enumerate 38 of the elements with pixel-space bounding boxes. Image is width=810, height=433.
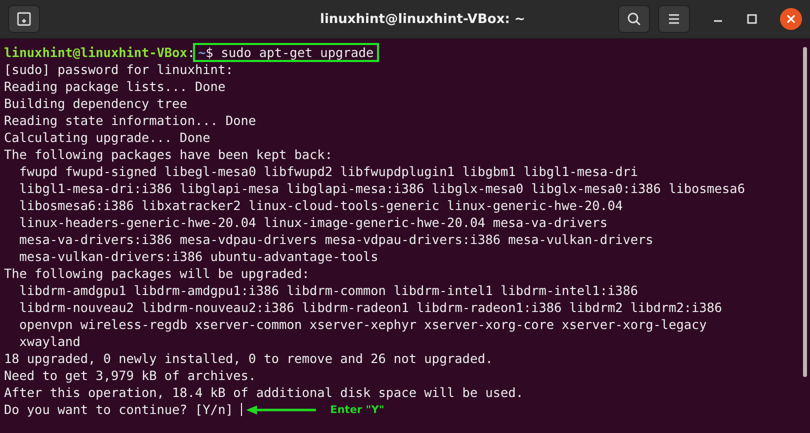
output-line: [sudo] password for linuxhint:: [4, 61, 234, 78]
menu-icon: [667, 13, 681, 25]
new-tab-icon: [16, 11, 32, 27]
window-title: linuxhint@linuxhint-VBox: ~: [320, 12, 526, 26]
output-line: The following packages will be upgraded:: [4, 265, 310, 282]
output-line: Reading package lists... Done: [4, 78, 226, 95]
output-line: libosmesa6:i386 libxatracker2 linux-cloud-tools-generic linux-generic-hwe-20.04: [19, 197, 623, 214]
search-button[interactable]: [618, 5, 650, 33]
output-line: Building dependency tree: [4, 95, 188, 112]
scrollbar[interactable]: [803, 47, 807, 377]
text-cursor: [241, 403, 242, 416]
menu-button[interactable]: [658, 5, 690, 33]
output-line: openvpn wireless-regdb xserver-common xserver-xephyr xserver-xorg-core xserver-xorg-legacy: [19, 316, 707, 333]
maximize-button[interactable]: [746, 13, 758, 25]
output-line: 18 upgraded, 0 newly installed, 0 to remove and 26 not upgraded.: [4, 350, 493, 367]
prompt-separator: :: [187, 44, 195, 61]
prompt-user-host: linuxhint@linuxhint-VBox: [4, 44, 188, 61]
output-line: Need to get 3,979 kB of archives.: [4, 367, 256, 384]
output-line: libgl1-mesa-dri:i386 libglapi-mesa libglapi-mesa:i386 libglx-mesa0 libglx-mesa0:i386 libosmesa6: [19, 180, 745, 197]
output-line: linux-headers-generic-hwe-20.04 linux-image-generic-hwe-20.04 mesa-va-drivers: [19, 214, 608, 231]
search-icon: [626, 11, 642, 27]
output-line: Reading state information... Done: [4, 112, 256, 129]
prompt-path: ~: [198, 45, 206, 60]
close-button[interactable]: [780, 8, 802, 30]
arrow-annotation: [246, 404, 316, 414]
output-line: After this operation, 18.4 kB of additional disk space will be used.: [4, 384, 524, 401]
output-line: xwayland: [19, 333, 80, 350]
output-line: Calculating upgrade... Done: [4, 129, 210, 146]
output-line: fwupd fwupd-signed libegl-mesa0 libfwupd2 libfwupdplugin1 libgbm1 libgl1-mesa-dri: [19, 163, 638, 180]
annotation-label: Enter "Y": [330, 404, 384, 416]
new-tab-button[interactable]: [8, 5, 40, 33]
output-line: libdrm-amdgpu1 libdrm-amdgpu1:i386 libdrm-common libdrm-intel1 libdrm-intel1:i386: [19, 282, 638, 299]
output-line: mesa-vulkan-drivers:i386 ubuntu-advantage-tools: [19, 248, 378, 265]
output-line: libdrm-nouveau2 libdrm-nouveau2:i386 libdrm-radeon1 libdrm-radeon1:i386 libdrm2 libdrm2:i386: [19, 299, 722, 316]
output-line: mesa-va-drivers:i386 mesa-vdpau-drivers mesa-vdpau-drivers:i386 mesa-vulkan-drivers: [19, 231, 654, 248]
command-text: $ sudo apt-get upgrade: [206, 45, 374, 60]
continue-prompt: Do you want to continue? [Y/n]: [4, 401, 234, 418]
output-line: The following packages have been kept back:: [4, 146, 332, 163]
